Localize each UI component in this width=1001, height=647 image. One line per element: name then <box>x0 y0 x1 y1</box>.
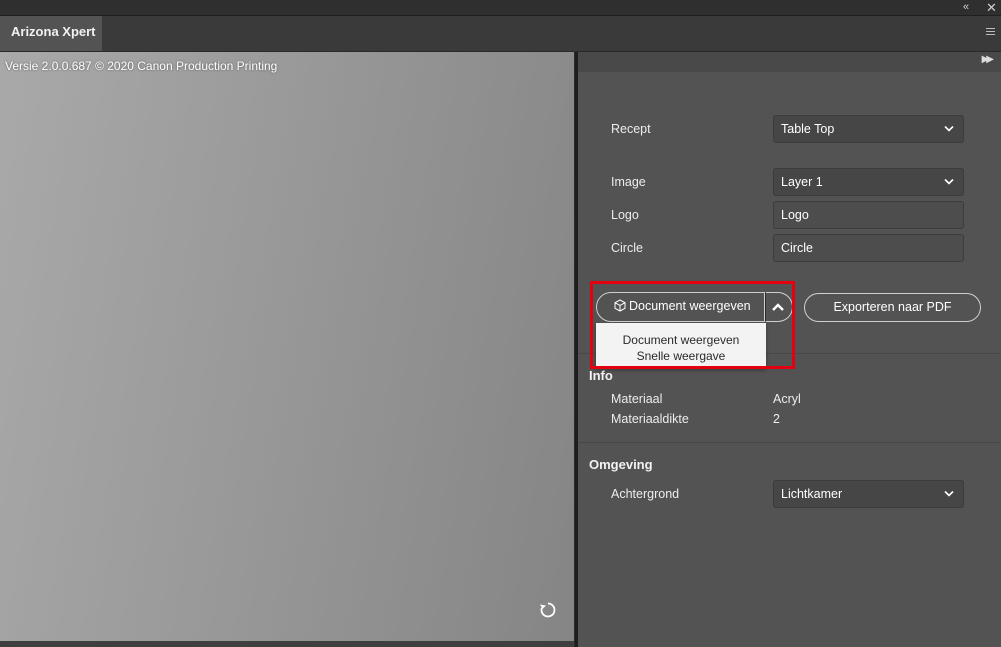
preview-canvas[interactable]: Versie 2.0.0.687 © 2020 Canon Production… <box>0 52 574 641</box>
omgeving-heading: Omgeving <box>589 457 653 472</box>
window-title-strip: « ✕ <box>0 0 1001 16</box>
circle-field[interactable]: Circle <box>773 234 964 262</box>
view-mode-dropdown-toggle[interactable] <box>765 292 793 322</box>
circle-label: Circle <box>611 241 643 255</box>
chevron-up-icon <box>772 303 784 311</box>
chevron-down-icon <box>944 125 954 132</box>
document-view-label: Document weergeven <box>629 299 751 313</box>
logo-value: Logo <box>781 208 809 222</box>
version-label: Versie 2.0.0.687 © 2020 Canon Production… <box>5 59 278 73</box>
tab-arizona-xpert[interactable]: Arizona Xpert <box>0 16 102 51</box>
achtergrond-select[interactable]: Lichtkamer <box>773 480 964 508</box>
materiaaldikte-label: Materiaaldikte <box>611 412 689 426</box>
circle-value: Circle <box>781 241 813 255</box>
materiaal-label: Materiaal <box>611 392 663 406</box>
tab-bar: Arizona Xpert <box>0 16 1001 52</box>
dropdown-option-document[interactable]: Document weergeven <box>596 332 766 348</box>
document-view-button[interactable]: Document weergeven <box>596 292 765 322</box>
section-divider <box>578 442 1001 443</box>
chevron-down-icon <box>944 178 954 185</box>
logo-field[interactable]: Logo <box>773 201 964 229</box>
recept-label: Recept <box>611 122 651 136</box>
recept-value: Table Top <box>781 122 835 136</box>
recept-select[interactable]: Table Top <box>773 115 964 143</box>
achtergrond-value: Lichtkamer <box>781 487 843 501</box>
preview-bottom-bar <box>0 641 574 647</box>
materiaal-value: Acryl <box>773 392 801 406</box>
close-icon[interactable]: ✕ <box>986 0 997 15</box>
expand-panel-icon[interactable]: ▶▶ <box>982 54 995 65</box>
settings-panel: ▶▶ Recept Table Top Image Layer 1 Logo L… <box>578 52 1001 647</box>
dropdown-option-quick[interactable]: Snelle weergave <box>596 348 766 364</box>
cube-icon <box>614 299 626 312</box>
achtergrond-label: Achtergrond <box>611 487 680 501</box>
chevron-down-icon <box>944 490 954 497</box>
collapse-panels-icon[interactable]: « <box>963 0 969 15</box>
panel-header: ▶▶ <box>578 52 1001 72</box>
image-select[interactable]: Layer 1 <box>773 168 964 196</box>
info-heading: Info <box>589 368 613 383</box>
panel-menu-icon[interactable] <box>986 28 995 37</box>
reload-icon[interactable] <box>538 600 558 620</box>
image-value: Layer 1 <box>781 175 823 189</box>
view-mode-dropdown-menu: Document weergeven Snelle weergave <box>596 323 766 368</box>
image-label: Image <box>611 175 646 189</box>
materiaaldikte-value: 2 <box>773 412 780 426</box>
export-pdf-button[interactable]: Exporteren naar PDF <box>804 293 981 322</box>
logo-label: Logo <box>611 208 639 222</box>
